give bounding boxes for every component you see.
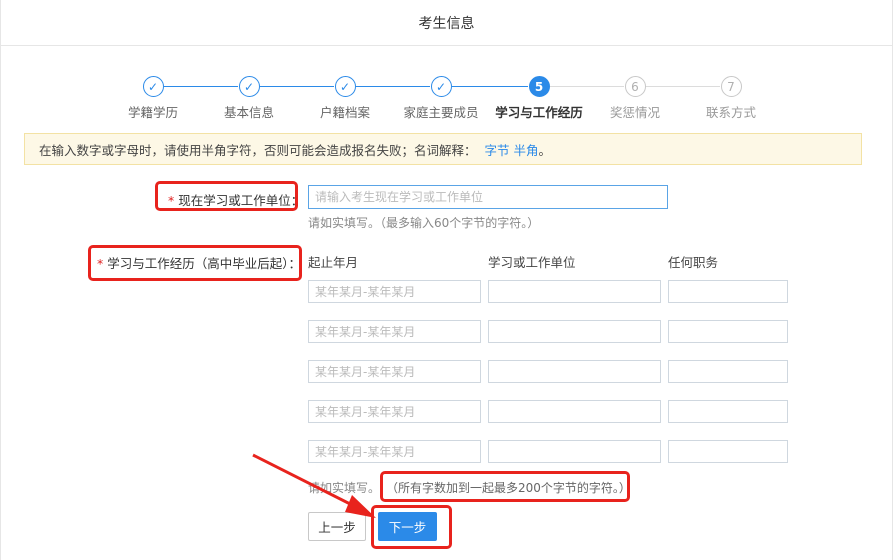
annotation-arrow-icon [252, 453, 376, 518]
